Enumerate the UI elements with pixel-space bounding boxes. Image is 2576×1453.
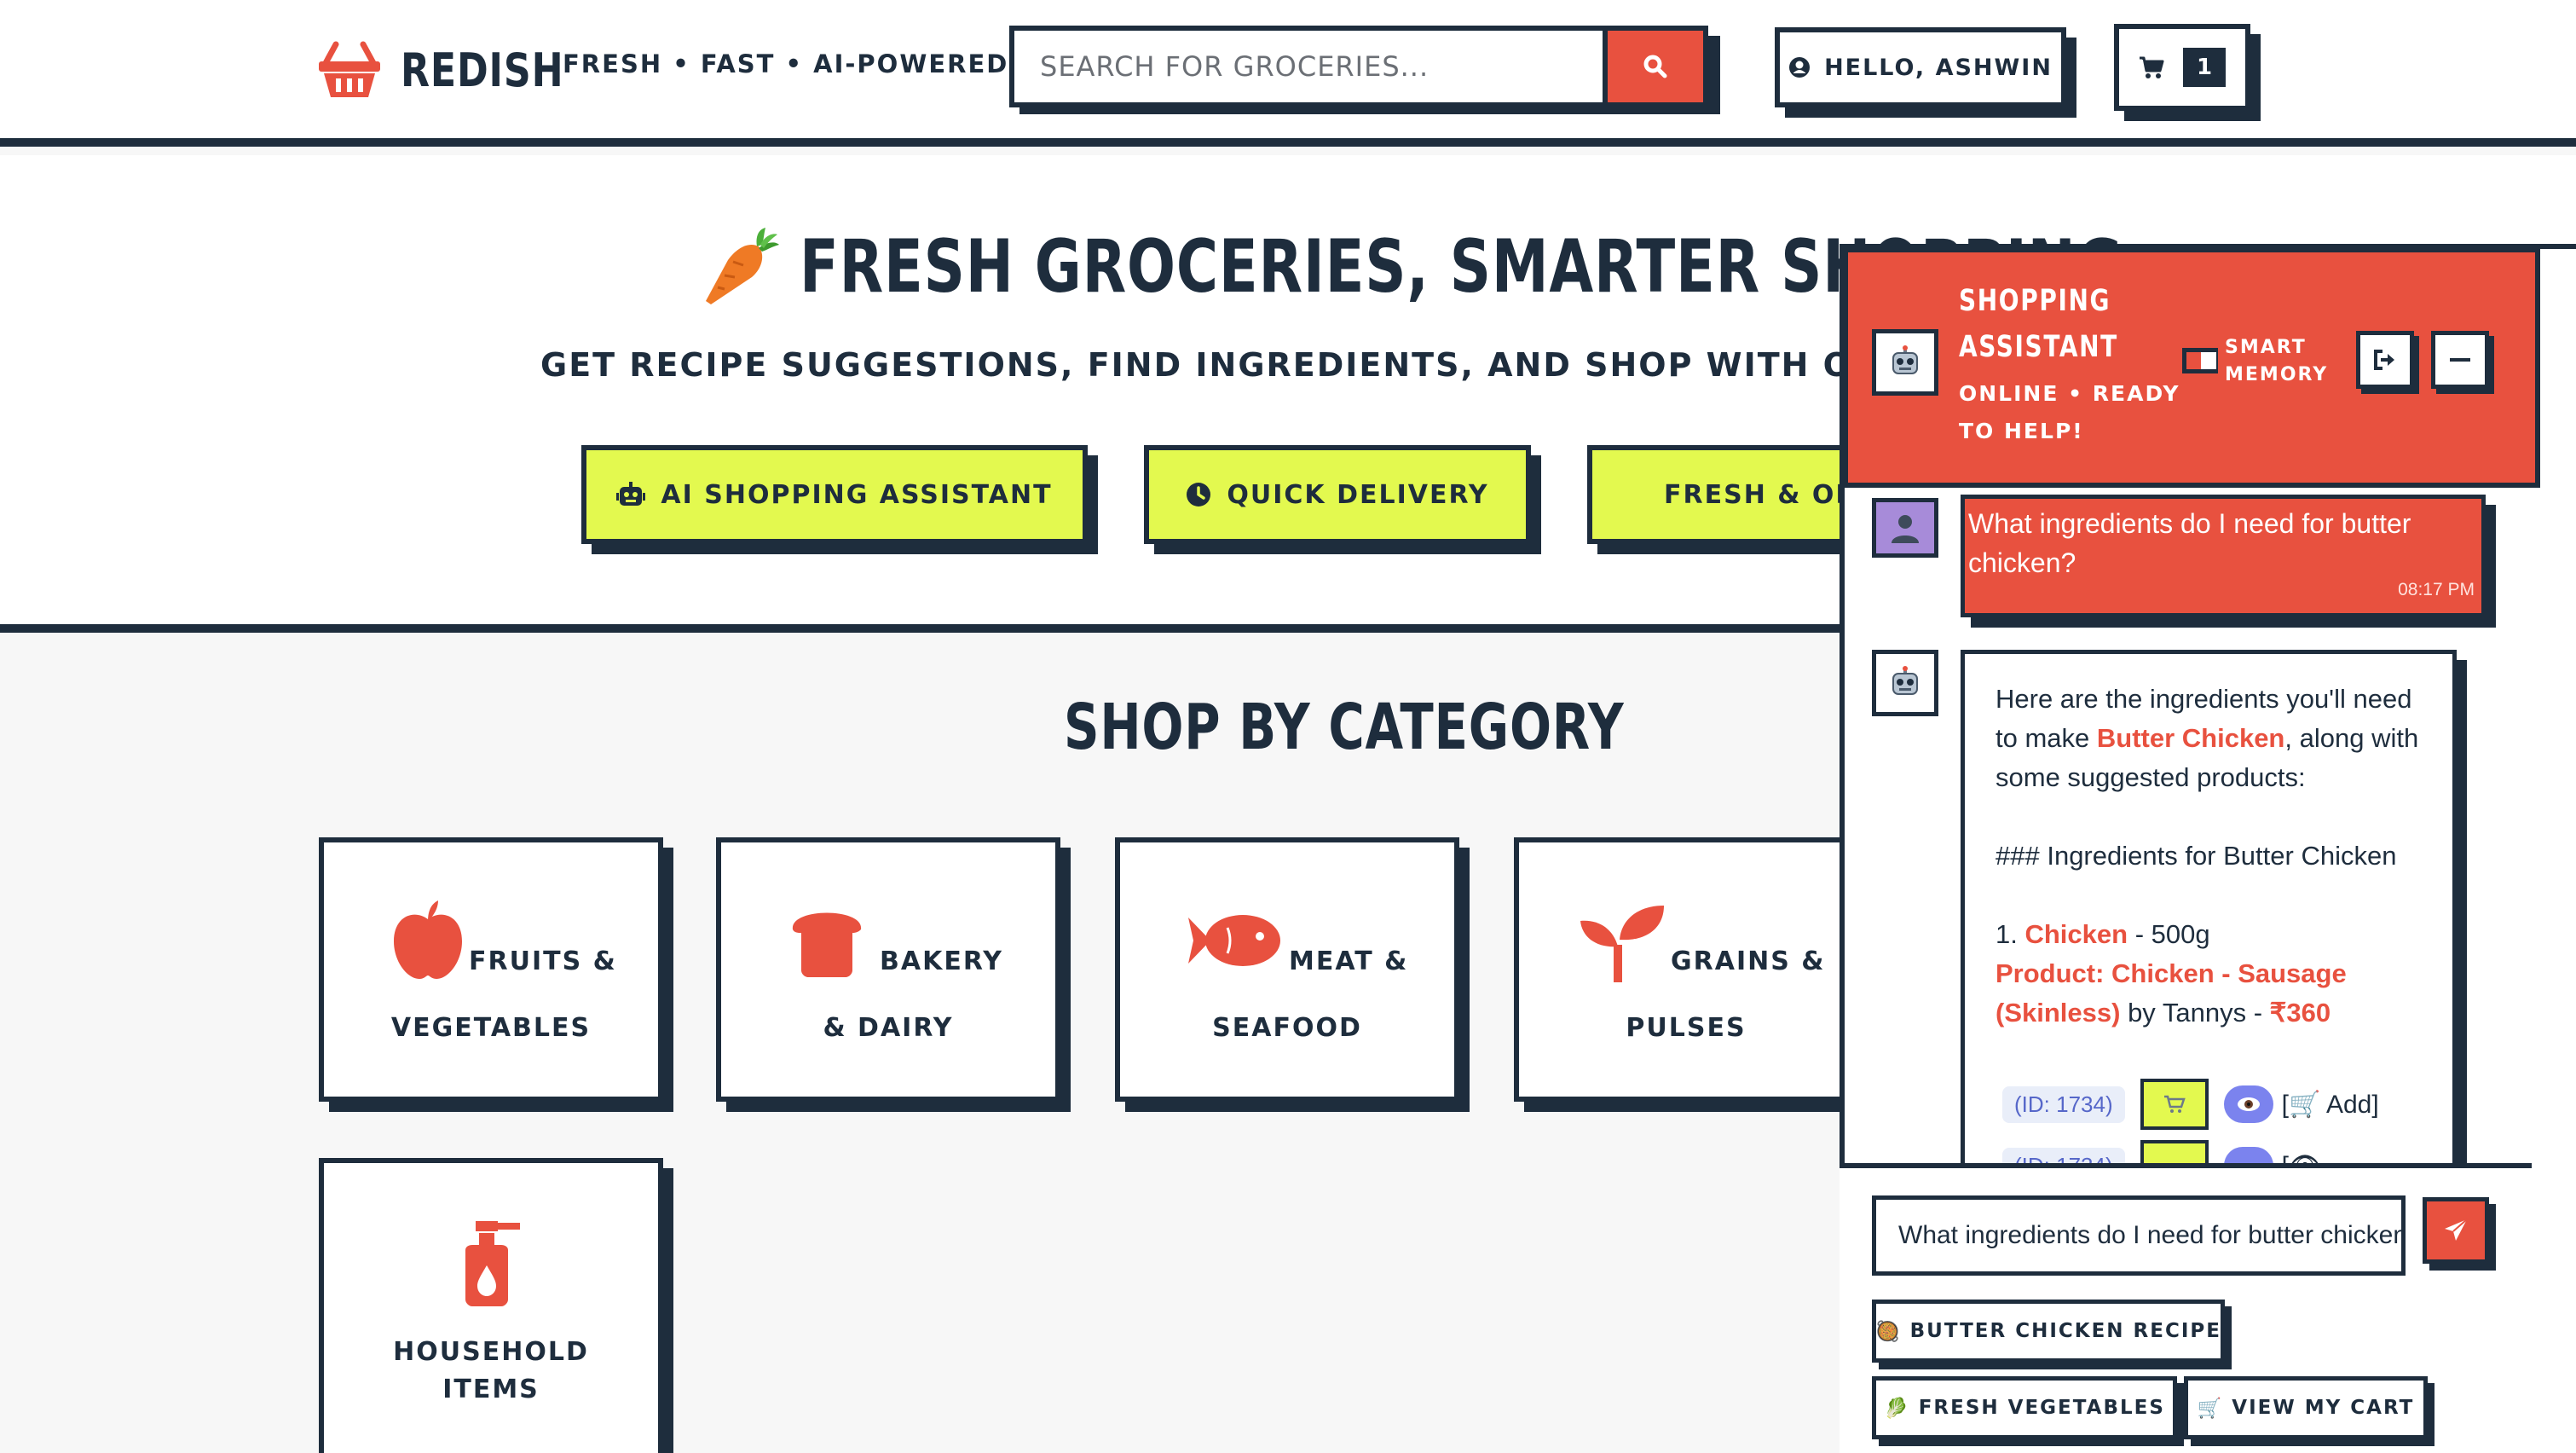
feature-ai-assistant[interactable]: AI SHOPPING ASSISTANT	[581, 445, 1088, 544]
robot-icon	[1892, 345, 1918, 374]
basket-icon	[319, 41, 380, 97]
leafy-green-icon: 🥬	[1884, 1397, 1910, 1420]
user-message-bubble: What ingredients do I need for butter ch…	[1961, 495, 2486, 617]
search-input[interactable]	[1009, 26, 1608, 107]
assistant-message-text: Here are the ingredients you'll need to …	[1996, 684, 2419, 1028]
curry-icon: 🥘	[1875, 1320, 1902, 1343]
user-icon	[1892, 515, 1919, 543]
fish-icon	[1188, 915, 1280, 966]
minus-icon	[2450, 358, 2470, 362]
category-household-items[interactable]: HOUSEHOLD ITEMS	[319, 1158, 663, 1453]
eye-icon	[2237, 1097, 2260, 1111]
category-label: MEAT &	[1289, 946, 1409, 976]
cart-icon	[2163, 1095, 2186, 1113]
cart-icon: 🛒	[2197, 1397, 2224, 1420]
feature-quick-delivery[interactable]: QUICK DELIVERY	[1144, 445, 1531, 544]
user-avatar	[1872, 498, 1938, 558]
assistant-avatar	[1872, 329, 1938, 396]
chat-message-input[interactable]	[1872, 1195, 2406, 1276]
category-label: HOUSEHOLD	[393, 1337, 589, 1367]
category-fruits-vegetables[interactable]: FRUITS & VEGETABLES	[319, 837, 663, 1102]
category-label: VEGETABLES	[390, 1013, 592, 1043]
user-account-button[interactable]: HELLO, ASHWIN	[1775, 27, 2066, 107]
robot-icon	[616, 482, 646, 506]
chip-label: FRESH VEGETABLES	[1918, 1397, 2165, 1419]
suggestion-fresh-vegetables[interactable]: 🥬 FRESH VEGETABLES	[1872, 1376, 2177, 1439]
feature-label: QUICK DELIVERY	[1227, 479, 1489, 510]
apple-icon	[394, 900, 462, 979]
brand-tagline: FRESH • FAST • AI-POWERED	[563, 49, 1009, 78]
chat-title: SHOPPING ASSISTANT	[1959, 284, 2118, 364]
search-icon	[1643, 55, 1667, 78]
chip-label: BUTTER CHICKEN RECIPE	[1909, 1320, 2221, 1342]
add-text[interactable]: [🛒 Add]	[2282, 1090, 2379, 1120]
category-label: & DAIRY	[823, 1013, 954, 1043]
minimize-chat-button[interactable]	[2431, 331, 2489, 389]
suggestion-view-my-cart[interactable]: 🛒 VIEW MY CART	[2184, 1376, 2428, 1439]
category-bakery-dairy[interactable]: BAKERY & DAIRY	[716, 837, 1060, 1102]
brand-name: REDISH	[401, 43, 564, 97]
category-meat-seafood[interactable]: MEAT & SEAFOOD	[1115, 837, 1459, 1102]
feature-label: AI SHOPPING ASSISTANT	[661, 479, 1053, 510]
search-bar	[1009, 26, 1720, 114]
product-actions-row: (ID: 1734) [🛒 Add]	[2002, 1079, 2379, 1130]
send-button[interactable]	[2423, 1197, 2489, 1264]
category-label: FRUITS &	[469, 946, 617, 976]
category-label: BAKERY	[880, 946, 1004, 976]
cart-button[interactable]: 1	[2114, 24, 2250, 111]
category-label: ITEMS	[442, 1375, 540, 1404]
product-id-tag: (ID: 1734)	[2002, 1085, 2125, 1123]
search-button[interactable]	[1608, 26, 1708, 107]
clock-icon	[1187, 483, 1211, 507]
cart-icon	[2140, 56, 2164, 78]
paper-plane-icon	[2445, 1219, 2468, 1241]
sign-out-icon	[2374, 350, 2394, 370]
category-label: SEAFOOD	[1212, 1013, 1362, 1043]
robot-icon	[1892, 666, 1918, 695]
message-timestamp: 08:17 PM	[2398, 580, 2475, 599]
chip-label: VIEW MY CART	[2232, 1397, 2415, 1419]
bread-icon	[792, 912, 862, 977]
smart-memory-label: SMART MEMORY	[2225, 337, 2329, 385]
greeting-text: HELLO, ASHWIN	[1824, 54, 2053, 81]
soap-bottle-icon	[465, 1221, 520, 1306]
seedling-icon	[1580, 906, 1664, 982]
category-label: PULSES	[1626, 1013, 1747, 1043]
carrot-icon	[706, 228, 779, 304]
cart-count-badge: 1	[2183, 48, 2226, 87]
add-to-cart-button[interactable]	[2140, 1079, 2209, 1130]
brand-logo[interactable]: REDISH	[317, 36, 599, 104]
chat-status: ONLINE • READY TO HELP!	[1959, 381, 2180, 443]
smart-memory-toggle[interactable]	[2182, 348, 2218, 373]
view-product-button[interactable]	[2223, 1085, 2273, 1123]
category-grains-pulses[interactable]: GRAINS & PULSES	[1514, 837, 1858, 1102]
assistant-message-bubble: Here are the ingredients you'll need to …	[1961, 650, 2457, 1170]
suggestion-butter-chicken-recipe[interactable]: 🥘 BUTTER CHICKEN RECIPE	[1872, 1300, 2225, 1363]
category-label: GRAINS &	[1671, 946, 1826, 976]
assistant-avatar	[1872, 650, 1938, 716]
export-chat-button[interactable]	[2356, 331, 2414, 389]
user-circle-icon	[1789, 57, 1811, 78]
